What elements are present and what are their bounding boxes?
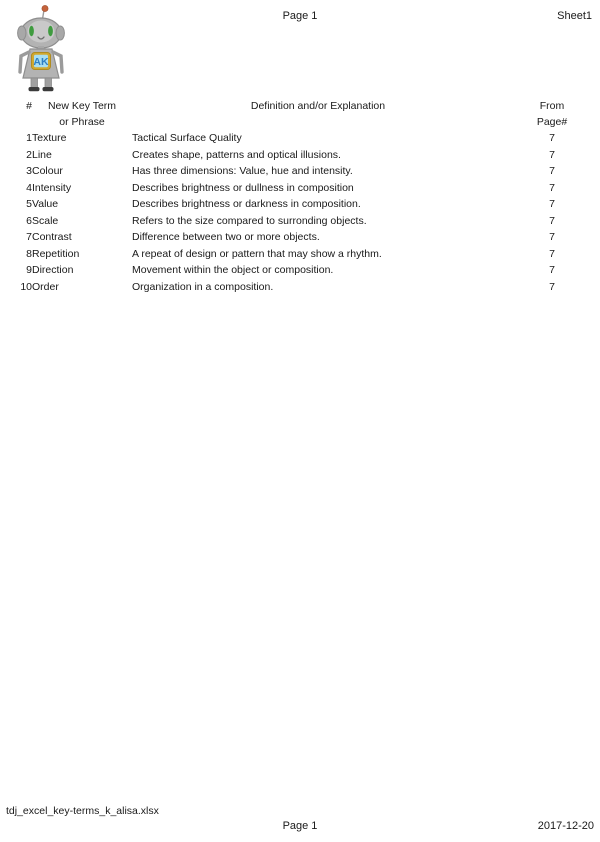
page-header: Page 1 Sheet1 [0,9,600,29]
row-number: 1 [26,132,32,144]
table-row: 9 Direction Movement within the object or … [0,262,600,279]
row-from-page: 7 [549,165,555,177]
workbook-file-name: tdj_excel_key-terms_k_alisa.xlsx [6,805,159,817]
row-number: 10 [20,280,32,293]
table-row: 10 Order Organization in a composition. 7 [0,279,600,296]
spreadsheet-print-page: AK Page 1 Sheet1 # New Key Term or Phras… [0,0,600,842]
row-key-term: Texture [32,132,67,144]
row-from-page: 7 [549,198,555,210]
row-definition: Movement within the object or compositio… [132,264,334,276]
row-from-page: 7 [549,264,555,276]
page-header-sheet-name: Sheet1 [557,10,592,22]
table-row: 8 Repetition A repeat of design or pattern… [0,246,600,263]
table-body: 1 Texture Tactical Surface Quality 7 2 Line Cr… [0,130,600,295]
row-key-term: Value [32,198,59,210]
key-terms-table-wrapper: # New Key Term or Phrase Definition and/… [0,98,600,295]
row-number: 3 [26,165,32,177]
row-key-term: Order [32,280,59,293]
page-footer-center: Page 1 [282,820,318,832]
column-header-number-label: # [26,100,32,112]
row-from-page: 7 [549,214,555,227]
column-header-definition: Definition and/or Explanation [132,98,504,130]
column-header-from-page: From Page# [504,98,600,130]
table-row: 5 Value Describes brightness or darkness i… [0,196,600,213]
row-definition: Organization in a composition. [132,280,274,293]
row-key-term: Contrast [32,231,72,243]
row-key-term: Repetition [32,247,80,260]
column-header-term-label-line1: New Key Term [47,100,117,112]
row-number: 8 [26,247,32,260]
row-definition: Creates shape, patterns and optical illu… [132,148,341,161]
table-row: 3 Colour Has three dimensions: Value, hue … [0,163,600,180]
row-definition: Describes brightness or darkness in comp… [132,198,361,210]
table-row: 2 Line Creates shape, patterns and optical… [0,147,600,164]
row-definition: Describes brightness or dullness in comp… [132,181,354,194]
column-header-term-label-line2: or Phrase [59,116,105,128]
row-number: 9 [26,264,32,276]
row-definition: Refers to the size compared to surrondin… [132,214,367,227]
column-header-from-page-label-line2: Page# [536,116,568,128]
table-row: 6 Scale Refers to the size compared to sur… [0,213,600,230]
row-definition: Difference between two or more objects. [132,231,320,243]
column-header-from-page-label-line1: From [539,100,565,112]
row-number: 7 [26,231,32,243]
row-from-page: 7 [549,132,555,144]
row-from-page: 7 [549,247,555,260]
row-definition: A repeat of design or pattern that may s… [132,247,382,260]
page-footer-date: 2017-12-20 [537,820,594,832]
row-number: 5 [26,198,32,210]
table-header: # New Key Term or Phrase Definition and/… [0,98,600,130]
key-terms-table: # New Key Term or Phrase Definition and/… [0,98,600,295]
row-number: 6 [26,214,32,227]
row-key-term: Intensity [32,181,72,194]
row-key-term: Direction [32,264,74,276]
table-row: 1 Texture Tactical Surface Quality 7 [0,130,600,147]
page-footer: Page 1 2017-12-20 [0,819,600,837]
row-definition: Tactical Surface Quality [132,132,242,144]
row-from-page: 7 [549,181,555,194]
row-key-term: Colour [32,165,63,177]
table-row: 4 Intensity Describes brightness or dullne… [0,180,600,197]
column-header-term: New Key Term or Phrase [32,98,132,130]
row-definition: Has three dimensions: Value, hue and int… [132,165,353,177]
row-from-page: 7 [549,280,555,293]
row-from-page: 7 [549,231,555,243]
row-from-page: 7 [549,148,555,161]
column-header-definition-label: Definition and/or Explanation [250,100,386,112]
table-row: 7 Contrast Difference between two or more … [0,229,600,246]
row-key-term: Line [32,148,52,161]
row-number: 4 [26,181,32,194]
row-key-term: Scale [32,214,59,227]
page-header-center: Page 1 [282,10,318,22]
table-header-row: # New Key Term or Phrase Definition and/… [0,98,600,130]
row-number: 2 [26,148,32,161]
robot-badge-text: AK [33,56,49,68]
column-header-number: # [0,98,32,130]
